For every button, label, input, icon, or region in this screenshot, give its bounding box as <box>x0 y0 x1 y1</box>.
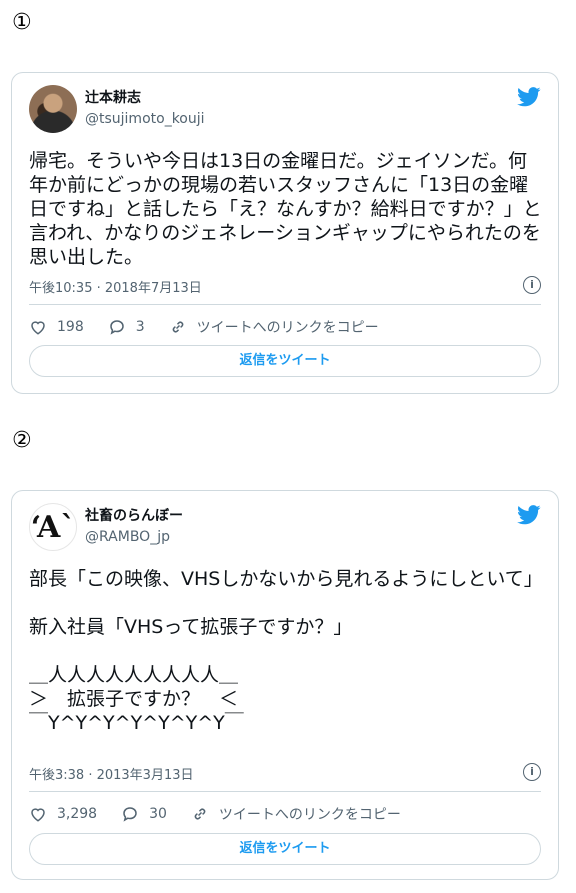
info-icon[interactable]: i <box>523 276 541 294</box>
section-marker-1: ① <box>12 10 32 35</box>
heart-icon <box>31 808 45 822</box>
tweet-card-1[interactable]: 辻本耕志 @tsujimoto_kouji 帰宅。そういや今日は13日の金曜日だ… <box>11 72 559 394</box>
link-icon <box>172 321 183 333</box>
copy-link-label: ツイートへのリンクをコピー <box>196 320 379 336</box>
copy-link-label: ツイートへのリンクをコピー <box>218 807 401 823</box>
like-button[interactable]: 3,298 <box>29 805 97 823</box>
tweet-actions: 3,298 30 ツイートへのリンクをコピー <box>29 802 541 826</box>
reply-count: 3 <box>135 319 145 335</box>
avatar[interactable]: ‘A` <box>29 503 77 551</box>
display-name[interactable]: 社畜のらんぼー <box>85 507 183 525</box>
twitter-bird-icon[interactable] <box>517 87 541 107</box>
avatar-logo: ‘A` <box>30 509 76 545</box>
link-icon <box>194 808 206 820</box>
copy-link-button[interactable]: ツイートへのリンクをコピー <box>191 804 401 824</box>
reply-count-button[interactable]: 3 <box>108 318 145 336</box>
handle[interactable]: @RAMBO_jp <box>85 527 183 547</box>
heart-icon <box>31 321 45 335</box>
divider <box>29 791 541 792</box>
handle[interactable]: @tsujimoto_kouji <box>85 109 205 129</box>
tweet-actions: 198 3 ツイートへのリンクをコピー <box>29 315 541 339</box>
copy-link-button[interactable]: ツイートへのリンクをコピー <box>169 317 379 337</box>
reply-tweet-button[interactable]: 返信をツイート <box>29 345 541 377</box>
author-names: 辻本耕志 @tsujimoto_kouji <box>85 89 205 129</box>
reply-bubble-icon <box>123 807 137 822</box>
twitter-bird-icon[interactable] <box>517 505 541 525</box>
like-button[interactable]: 198 <box>29 318 84 336</box>
section-marker-2: ② <box>12 428 32 453</box>
divider <box>29 304 541 305</box>
like-count: 198 <box>57 319 84 335</box>
reply-count: 30 <box>149 806 167 822</box>
author-names: 社畜のらんぼー @RAMBO_jp <box>85 507 183 547</box>
reply-count-button[interactable]: 30 <box>121 805 167 823</box>
tweet-header: ‘A` 社畜のらんぼー @RAMBO_jp <box>29 503 541 553</box>
timestamp[interactable]: 午後3:38 · 2013年3月13日 <box>29 764 194 783</box>
tweet-text: 帰宅。そういや今日は13日の金曜日だ。ジェイソンだ。何年か前にどっかの現場の若い… <box>29 150 542 268</box>
reply-bubble-icon <box>109 320 124 335</box>
reply-tweet-button[interactable]: 返信をツイート <box>29 833 541 865</box>
tweet-card-2[interactable]: ‘A` 社畜のらんぼー @RAMBO_jp 部長「この映像、VHSしかないから見… <box>11 490 559 880</box>
timestamp[interactable]: 午後10:35 · 2018年7月13日 <box>29 277 202 296</box>
tweet-header: 辻本耕志 @tsujimoto_kouji <box>29 85 541 135</box>
info-icon[interactable]: i <box>523 763 541 781</box>
display-name[interactable]: 辻本耕志 <box>85 89 205 107</box>
like-count: 3,298 <box>57 806 98 822</box>
tweet-text: 部長「この映像、VHSしかないから見れるようにしといて」 新入社員「VHSって拡… <box>29 568 543 734</box>
avatar[interactable] <box>29 85 77 133</box>
